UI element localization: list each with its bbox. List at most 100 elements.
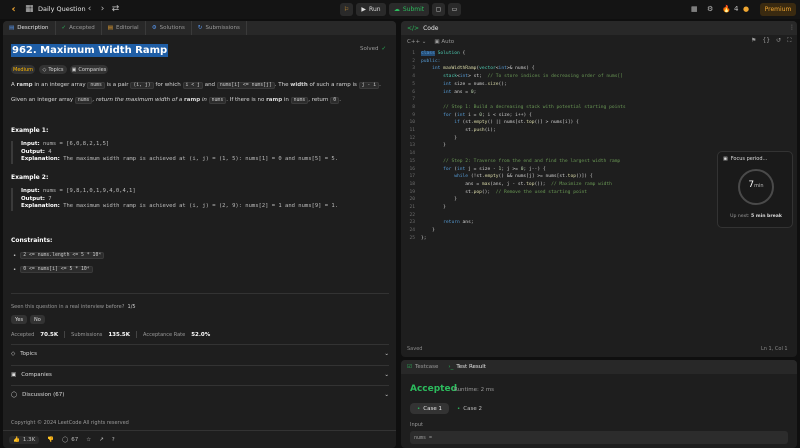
case-2-tab[interactable]: • Case 2 (450, 403, 489, 414)
code-tab-bar: </> Code (401, 21, 797, 35)
problem-list-icon[interactable]: ▦ (25, 5, 34, 14)
reset-icon[interactable]: ↺ (776, 37, 781, 45)
editor-actions: ⚑ {} ↺ ⛶ (751, 37, 791, 45)
whiteboard-icon[interactable]: ▭ (448, 3, 461, 16)
stats-row: Accepted 70.5K Submissions 135.5K Acceptan… (11, 331, 211, 338)
page-title: 962. Maximum Width Ramp (11, 44, 169, 57)
streak-icon[interactable]: 🔥 (722, 5, 731, 13)
problem-paragraph-2: Given an integer array nums, return the … (11, 97, 341, 104)
left-tab-bar: ▤ Description ✓ Accepted ▤ Editorial ⚙ Solut… (3, 21, 396, 35)
tab-submissions[interactable]: ↻ Submissions (192, 21, 247, 35)
editor-toolbar: C++ ⌄ ▣ Auto (401, 36, 797, 48)
example-2-heading: Example 2: (11, 174, 49, 181)
bookmark-icon[interactable]: ⚑ (751, 37, 756, 45)
star-icon[interactable]: ☆ (86, 437, 91, 443)
solved-status: Solved ✓ (360, 46, 387, 52)
lock-icon: ▣ (71, 66, 77, 73)
constraint-item: • 2 <= nums.length <= 5 * 10⁴ (13, 252, 105, 259)
yes-button[interactable]: Yes (11, 315, 28, 324)
tab-solutions[interactable]: ⚙ Solutions (146, 21, 192, 35)
description-icon: ▤ (9, 25, 15, 31)
focus-minutes: 7min (748, 180, 764, 190)
language-select[interactable]: C++ ⌄ (407, 39, 426, 45)
like-button[interactable]: 👍 1.3K (9, 435, 40, 444)
topics-tag[interactable]: ◇ Topics (39, 65, 67, 74)
comment-icon: ◯ (11, 392, 18, 398)
notes-icon[interactable]: ▢ (432, 3, 445, 16)
tag-icon: ◇ (42, 66, 47, 73)
timer-icon: ▣ (723, 156, 728, 162)
lock-icon: ▣ (434, 39, 440, 45)
tab-code[interactable]: Code (423, 25, 438, 32)
constraint-item: • 0 <= nums[i] <= 5 * 10⁴ (13, 266, 93, 273)
checkbox-icon: ☑ (407, 364, 412, 370)
focus-title: ▣ Focus period... (723, 156, 768, 162)
settings-icon[interactable]: ⚙ (707, 5, 713, 13)
share-icon[interactable]: ↗ (99, 437, 104, 443)
comment-icon: ◯ (62, 436, 69, 443)
shuffle-icon[interactable]: ⇄ (110, 3, 121, 15)
constraints-heading: Constraints: (11, 237, 53, 244)
check-circle-icon: ✓ (381, 46, 387, 52)
topics-accordion[interactable]: ◇ Topics ⌄ (11, 344, 389, 363)
chevron-down-icon: ⌄ (384, 351, 389, 357)
cloud-upload-icon: ☁ (393, 6, 400, 13)
problem-paragraph-1: A ramp in an integer array nums is a pai… (11, 82, 381, 89)
result-status: Accepted (410, 384, 458, 394)
book-icon: ▤ (107, 25, 113, 31)
up-next-label: Up next: 5 min break (730, 214, 782, 219)
test-result-panel: ☑ Testcase ›_ Test Result Accepted Runtime… (401, 360, 797, 448)
divider (11, 293, 389, 294)
tab-test-result[interactable]: ›_ Test Result (448, 364, 486, 370)
flask-icon: ⚙ (151, 25, 157, 31)
example-1: Input: nums = [6,0,8,2,1,5] Output: 4 Ex… (11, 141, 389, 164)
difficulty-badge: Medium (11, 65, 35, 74)
daily-question-link[interactable]: Daily Question (38, 4, 86, 15)
run-button[interactable]: ▶ Run (356, 3, 386, 16)
tab-description[interactable]: ▤ Description (3, 21, 56, 35)
prev-problem-icon[interactable]: ‹ (84, 3, 95, 15)
chevron-down-icon: ⌄ (384, 372, 389, 378)
thumbs-up-icon: 👍 (13, 436, 20, 443)
copyright: Copyright © 2024 LeetCode All rights res… (11, 420, 129, 426)
engagement-bar: 👍 1.3K 👎 ◯ 67 ☆ ↗ ? (3, 430, 396, 448)
cursor-position: Ln 1, Col 1 (761, 346, 788, 352)
debug-icon[interactable]: ⚐ (340, 3, 353, 16)
code-icon: </> (407, 24, 420, 32)
case-1-tab[interactable]: • Case 1 (410, 403, 449, 414)
check-icon: ✓ (61, 25, 67, 31)
autocomplete-toggle[interactable]: ▣ Auto (434, 39, 454, 45)
comments-button[interactable]: ◯ 67 (62, 437, 78, 443)
companies-accordion[interactable]: ▣ Companies ⌄ (11, 365, 389, 384)
tab-accepted[interactable]: ✓ Accepted (56, 21, 102, 35)
layout-icon[interactable]: ▦ (691, 5, 698, 13)
premium-button[interactable]: Premium (760, 3, 796, 16)
tag-icon: ◇ (11, 351, 16, 357)
play-icon: ▶ (361, 6, 367, 13)
submit-button[interactable]: ☁ Submit (389, 3, 429, 16)
runtime-label: Runtime: 2 ms (454, 387, 495, 393)
tab-editorial[interactable]: ▤ Editorial (102, 21, 146, 35)
interview-question: Seen this question in a real interview b… (11, 304, 136, 310)
format-icon[interactable]: {} (762, 37, 770, 45)
avatar[interactable]: ● (743, 5, 749, 13)
lock-icon: ▣ (11, 372, 17, 378)
companies-tag[interactable]: ▣ Companies (70, 65, 108, 74)
history-icon: ↻ (197, 25, 203, 31)
input-label: Input (410, 422, 423, 428)
discussion-accordion[interactable]: ◯ Discussion (67) ⌄ (11, 385, 389, 404)
description-panel: ▤ Description ✓ Accepted ▤ Editorial ⚙ Solut… (3, 21, 396, 448)
top-nav-bar: ‹ ▦ Daily Question ‹ › ⇄ ⚐ ▶ Run ☁ Submi… (0, 0, 800, 19)
dislike-button[interactable]: 👎 (47, 437, 54, 443)
streak-count: 4 (734, 5, 739, 13)
example-2: Input: nums = [9,8,1,0,1,9,4,0,4,1] Outp… (11, 188, 389, 211)
help-icon[interactable]: ? (112, 437, 115, 443)
leetcode-logo-icon[interactable]: ‹ (8, 4, 19, 15)
focus-timer-widget: ▣ Focus period... 7min Up next: 5 min bre… (717, 151, 793, 228)
fullscreen-icon[interactable]: ⛶ (787, 37, 791, 45)
panel-menu-icon[interactable]: ⋮ (789, 24, 795, 31)
no-button[interactable]: No (30, 315, 45, 324)
tab-testcase[interactable]: ☑ Testcase (407, 364, 438, 370)
next-problem-icon[interactable]: › (97, 3, 108, 15)
save-status: Saved (407, 346, 423, 352)
